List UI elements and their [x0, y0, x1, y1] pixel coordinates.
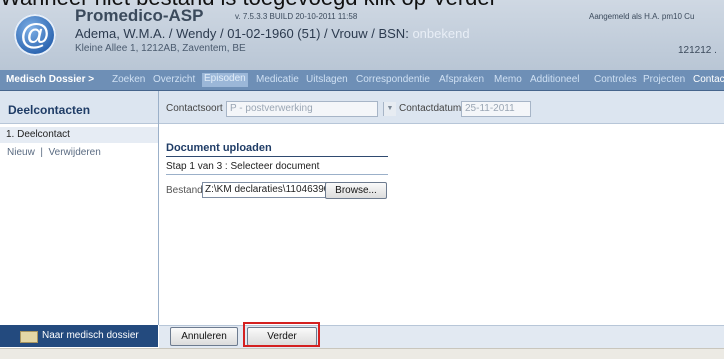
browse-button[interactable]: Browse...: [325, 182, 387, 199]
folder-icon: [20, 331, 38, 343]
nav-item-medisch-dossier[interactable]: Medisch Dossier >: [6, 74, 94, 85]
new-link[interactable]: Nieuw: [7, 147, 35, 158]
contactsoort-label: Contactsoort: [166, 103, 223, 114]
next-button-highlight: [243, 322, 320, 347]
version-label: v. 7.5.3.3 BUILD 20-10-2011 11:58: [235, 12, 358, 21]
step-indicator: Stap 1 van 3 : Selecteer document: [166, 161, 320, 172]
patient-number: 121212 .: [678, 45, 717, 56]
nav-item-memo[interactable]: Memo: [494, 74, 522, 85]
nav-item-medicatie[interactable]: Medicatie: [256, 74, 299, 85]
at-sign-logo-icon: @: [14, 14, 56, 56]
nav-item-episoden[interactable]: Episoden: [202, 73, 248, 87]
contactsoort-select[interactable]: P - postverwerking: [226, 101, 378, 117]
nav-item-projecten[interactable]: Projecten: [643, 74, 685, 85]
patient-bsn: onbekend: [412, 26, 470, 41]
sidebar-title: Deelcontacten: [8, 103, 91, 117]
login-status: Aangemeld als H.A. pm10 Cu: [589, 12, 695, 21]
file-path-input[interactable]: Z:\KM declaraties\11046390: [202, 182, 328, 198]
main-nav: Medisch Dossier > Zoeken Overzicht Episo…: [0, 70, 724, 91]
nav-item-zoeken[interactable]: Zoeken: [112, 74, 145, 85]
contactdatum-label: Contactdatum: [399, 103, 462, 114]
instruction-caption: Wanneer niet bestand is toegevoegd klik …: [0, 0, 497, 10]
chevron-down-icon[interactable]: ▼: [383, 102, 396, 116]
contactdatum-field[interactable]: 25-11-2011: [461, 101, 531, 117]
patient-details: Adema, W.M.A. / Wendy / 01-02-1960 (51) …: [75, 26, 409, 41]
status-bar: [0, 348, 724, 359]
nav-item-correspondentie[interactable]: Correspondentie: [356, 74, 430, 85]
nav-item-uitslagen[interactable]: Uitslagen: [306, 74, 348, 85]
patient-address: Kleine Allee 1, 1212AB, Zaventem, BE: [75, 43, 246, 54]
sidebar-actions: Nieuw | Verwijderen: [7, 147, 101, 158]
nav-item-overzicht[interactable]: Overzicht: [153, 74, 195, 85]
nav-item-contact[interactable]: Contact: [693, 74, 724, 85]
sidebar-item-deelcontact[interactable]: 1. Deelcontact: [0, 127, 158, 143]
nav-item-additioneel[interactable]: Additioneel: [530, 74, 579, 85]
file-label: Bestand: [166, 185, 203, 196]
title-divider: [166, 156, 388, 157]
cancel-button[interactable]: Annuleren: [170, 327, 238, 346]
link-separator: |: [40, 147, 43, 158]
upload-title: Document uploaden: [166, 142, 272, 154]
delete-link[interactable]: Verwijderen: [49, 147, 101, 158]
nav-item-controles[interactable]: Controles: [594, 74, 637, 85]
back-to-dossier-label: Naar medisch dossier: [42, 330, 139, 341]
sidebar-item-label: 1. Deelcontact: [6, 129, 70, 140]
patient-info: Adema, W.M.A. / Wendy / 01-02-1960 (51) …: [75, 26, 470, 41]
nav-item-afspraken[interactable]: Afspraken: [439, 74, 484, 85]
step-divider: [166, 174, 388, 175]
